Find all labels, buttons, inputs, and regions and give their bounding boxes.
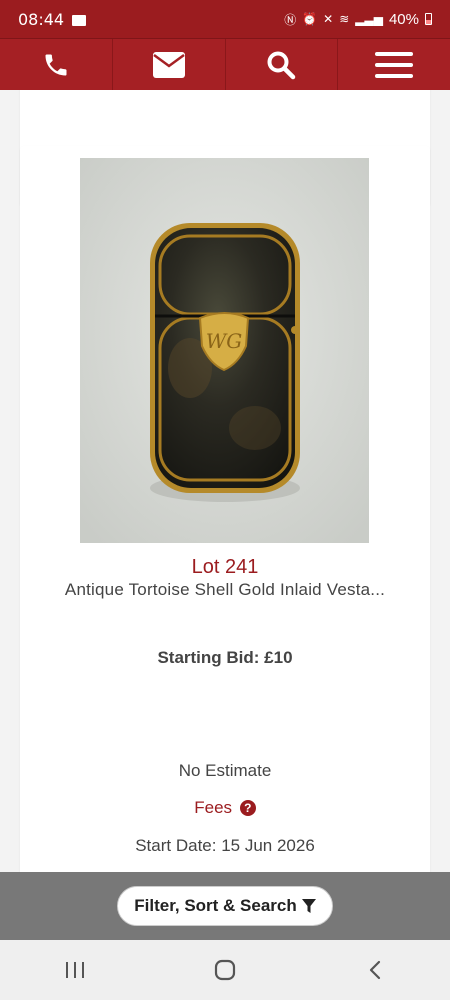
status-bar: 08:44 Ⓝ ⏰ ✕ ≋ ▂▃▅ 40%: [0, 0, 450, 38]
lot-image[interactable]: WG: [80, 158, 369, 543]
phone-button[interactable]: [0, 39, 113, 90]
filter-sort-search-button[interactable]: Filter, Sort & Search: [117, 886, 333, 926]
lot-title[interactable]: Antique Tortoise Shell Gold Inlaid Vesta…: [40, 580, 410, 600]
status-time: 08:44: [18, 9, 65, 29]
recent-apps-icon: [66, 962, 84, 978]
filter-button-label: Filter, Sort & Search: [134, 896, 297, 915]
home-button[interactable]: [195, 950, 255, 990]
recent-apps-button[interactable]: [45, 950, 105, 990]
top-navbar: [0, 38, 450, 90]
fees-link[interactable]: Fees ?: [20, 798, 430, 818]
email-button[interactable]: [113, 39, 226, 90]
filter-bar: Filter, Sort & Search: [0, 872, 450, 940]
folder-icon: [72, 14, 87, 26]
battery-percent: 40%: [388, 10, 419, 28]
mute-icon: ✕: [323, 12, 334, 26]
start-date: Start Date: 15 Jun 2026: [135, 836, 315, 855]
lot-list[interactable]: WG Lot 241 Antique Tortoise Shell Gold I…: [0, 90, 450, 872]
fees-label: Fees: [194, 798, 233, 817]
vesta-case-photo: WG: [80, 158, 369, 543]
alarm-icon: ⏰: [302, 12, 318, 26]
home-icon: [214, 959, 236, 981]
battery-icon: [425, 13, 432, 25]
signal-icon: ▂▃▅: [355, 12, 383, 26]
lot-card[interactable]: WG Lot 241 Antique Tortoise Shell Gold I…: [20, 146, 430, 872]
android-nav-bar: [0, 940, 450, 1000]
lot-number[interactable]: Lot 241: [20, 556, 430, 579]
menu-icon: [375, 51, 414, 78]
back-icon: [369, 960, 381, 980]
status-icons: Ⓝ ⏰ ✕ ≋ ▂▃▅ 40%: [284, 11, 432, 28]
estimate: No Estimate: [178, 761, 272, 780]
menu-button[interactable]: [338, 39, 450, 90]
starting-bid: Starting Bid: £10: [157, 648, 293, 667]
envelope-icon: [152, 51, 185, 78]
svg-text:WG: WG: [206, 329, 243, 353]
search-icon: [267, 51, 296, 79]
phone-icon: [45, 54, 67, 75]
nfc-icon: Ⓝ: [284, 12, 297, 27]
filter-icon: [301, 898, 316, 913]
question-circle-icon[interactable]: ?: [239, 800, 256, 816]
wifi-icon: ≋: [339, 12, 350, 26]
search-button[interactable]: [226, 39, 339, 90]
back-button[interactable]: [345, 950, 405, 990]
